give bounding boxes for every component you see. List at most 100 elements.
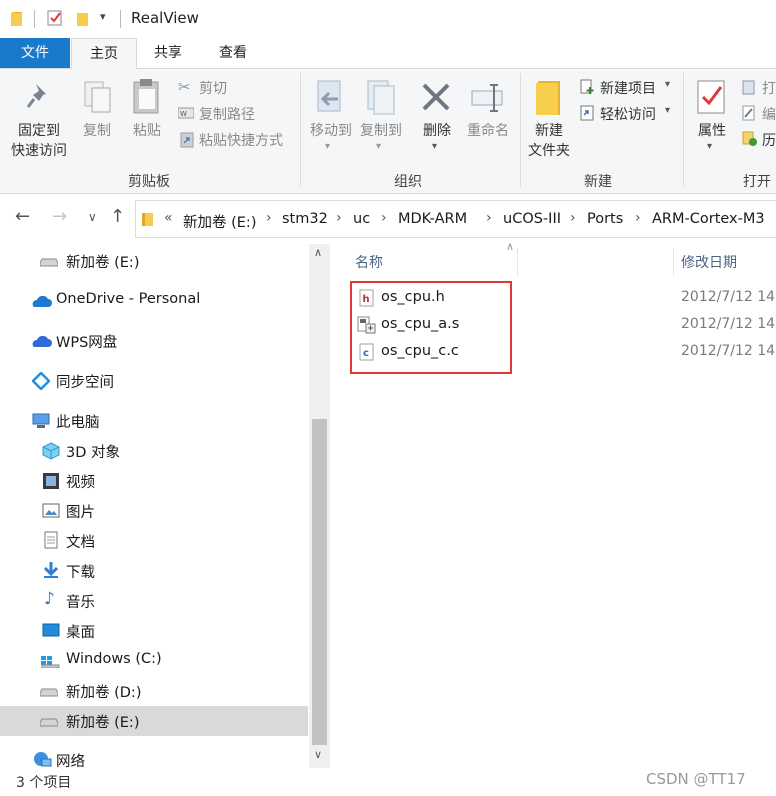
drive-icon (40, 688, 58, 697)
delete-button[interactable]: 删除 ▾ (416, 75, 458, 165)
sort-ascending-icon: ∧ (506, 240, 515, 253)
properties-quick-icon[interactable] (46, 9, 64, 27)
tab-view[interactable]: 查看 (204, 38, 262, 68)
column-header-name[interactable]: 名称 (355, 252, 383, 272)
column-header-modified[interactable]: 修改日期 (681, 252, 737, 272)
scroll-up-icon[interactable]: ∧ (314, 246, 322, 259)
breadcrumb-item[interactable]: uCOS-III (503, 211, 561, 227)
move-to-dropdown-icon: ▾ (325, 141, 331, 152)
delete-dropdown-icon: ▾ (432, 141, 438, 152)
nav-item-music[interactable]: ♪ 音乐 (0, 586, 308, 616)
nav-item-downloads[interactable]: 下载 (0, 556, 308, 586)
status-bar: 3 个项目 CSDN @TT17 (0, 768, 776, 796)
nav-item-drive-d[interactable]: 新加卷 (D:) (0, 676, 308, 706)
easy-access-button[interactable]: 轻松访问 ▾ (578, 103, 678, 125)
column-divider[interactable] (517, 248, 518, 276)
breadcrumb-separator-icon[interactable]: › (570, 210, 576, 226)
new-folder-label-2: 文件夹 (528, 143, 570, 159)
breadcrumb-overflow[interactable]: « (164, 210, 173, 226)
breadcrumb-item[interactable]: uc (353, 211, 370, 227)
new-folder-icon (534, 79, 564, 117)
scroll-down-icon[interactable]: ∨ (314, 748, 322, 761)
breadcrumb-separator-icon[interactable]: › (381, 210, 387, 226)
open-label: 打 (762, 81, 776, 97)
navigation-scrollbar[interactable]: ∧ ∨ (309, 244, 330, 768)
cut-button[interactable]: ✂ 剪切 (178, 77, 296, 99)
group-open-label: 打开 (743, 174, 771, 190)
address-bar[interactable]: « 新加卷 (E:) › stm32 › uc › MDK-ARM › uCOS… (135, 200, 776, 238)
breadcrumb-separator-icon[interactable]: › (266, 210, 272, 226)
copy-to-button[interactable]: 复制到 ▾ (356, 75, 406, 165)
copy-to-label: 复制到 (360, 123, 402, 139)
nav-item-pictures[interactable]: 图片 (0, 496, 308, 526)
file-modified: 2012/7/12 14 (681, 289, 776, 305)
open-button[interactable]: 打 (742, 77, 776, 99)
breadcrumb-separator-icon[interactable]: › (336, 210, 342, 226)
forward-arrow-icon[interactable]: → (52, 206, 67, 227)
music-icon: ♪ (44, 589, 55, 609)
breadcrumb-item[interactable]: stm32 (282, 211, 328, 227)
properties-label: 属性 (698, 123, 726, 139)
breadcrumb-item[interactable]: Ports (587, 211, 623, 227)
paste-button[interactable]: 粘贴 (124, 75, 170, 165)
pin-to-quick-access-button[interactable]: 固定到 快速访问 (4, 75, 74, 165)
breadcrumb-item[interactable]: MDK-ARM (398, 211, 467, 227)
nav-item-videos[interactable]: 视频 (0, 466, 308, 496)
drive-icon (40, 258, 58, 267)
move-to-button[interactable]: 移动到 ▾ (304, 75, 354, 165)
nav-item-sync-space[interactable]: 同步空间 (0, 366, 308, 396)
nav-item-this-pc[interactable]: 此电脑 (0, 406, 308, 436)
group-organize-label: 组织 (394, 174, 422, 190)
new-folder-label-1: 新建 (535, 123, 563, 139)
move-to-label: 移动到 (310, 123, 352, 139)
scrollbar-thumb[interactable] (312, 419, 327, 745)
title-bar: ▾ RealView (0, 0, 776, 38)
easy-access-icon (580, 105, 596, 121)
scissors-icon: ✂ (178, 78, 191, 96)
nav-item-network[interactable]: 网络 (0, 745, 308, 768)
nav-item-documents[interactable]: 文档 (0, 526, 308, 556)
breadcrumb-separator-icon[interactable]: › (486, 210, 492, 226)
rename-label: 重命名 (467, 123, 509, 139)
nav-item-drive-e-selected[interactable]: 新加卷 (E:) (0, 706, 308, 736)
easy-access-dropdown-icon: ▾ (665, 105, 671, 116)
history-button[interactable]: 历 (742, 129, 776, 151)
copy-button[interactable]: 复制 (76, 75, 118, 165)
nav-item-drive-e[interactable]: 新加卷 (E:) (0, 246, 308, 276)
copy-path-button[interactable]: W 复制路径 (178, 103, 296, 125)
nav-item-onedrive[interactable]: OneDrive - Personal (0, 286, 308, 316)
rename-button[interactable]: 重命名 (462, 75, 514, 165)
paste-shortcut-button[interactable]: 粘贴快捷方式 (178, 129, 296, 151)
new-item-button[interactable]: 新建项目 ▾ (578, 77, 678, 99)
file-modified: 2012/7/12 14 (681, 316, 776, 332)
nav-item-desktop[interactable]: 桌面 (0, 616, 308, 646)
pin-label-2: 快速访问 (11, 143, 67, 159)
tab-home[interactable]: 主页 (71, 38, 137, 69)
tab-file[interactable]: 文件 (0, 38, 70, 68)
download-icon (42, 561, 60, 579)
breadcrumb-separator-icon[interactable]: › (635, 210, 641, 226)
properties-button[interactable]: 属性 ▾ (688, 75, 736, 165)
nav-item-wps-cloud[interactable]: WPS网盘 (0, 326, 308, 356)
move-to-icon (314, 79, 348, 117)
history-label: 历 (762, 133, 776, 149)
nav-item-3d-objects[interactable]: 3D 对象 (0, 436, 308, 466)
new-folder-quick-icon[interactable] (76, 11, 90, 27)
delete-icon (420, 81, 452, 113)
folder-icon (141, 211, 155, 227)
column-divider[interactable] (673, 248, 674, 276)
tab-share[interactable]: 共享 (140, 38, 196, 68)
quick-access-dropdown-icon[interactable]: ▾ (100, 10, 106, 23)
network-icon (32, 751, 52, 767)
nav-item-windows-c[interactable]: Windows (C:) (0, 646, 308, 676)
this-pc-icon (32, 413, 50, 429)
recent-locations-chevron-icon[interactable]: ∨ (88, 210, 97, 224)
back-arrow-icon[interactable]: ← (15, 206, 30, 227)
breadcrumb-item[interactable]: 新加卷 (E:) (183, 211, 256, 232)
breadcrumb-item[interactable]: ARM-Cortex-M3 (652, 211, 765, 227)
up-arrow-icon[interactable]: ↑ (110, 206, 125, 227)
edit-button[interactable]: 编 (742, 103, 776, 125)
delete-label: 删除 (423, 123, 451, 139)
new-folder-button[interactable]: 新建 文件夹 (524, 75, 574, 165)
properties-icon (696, 79, 728, 117)
